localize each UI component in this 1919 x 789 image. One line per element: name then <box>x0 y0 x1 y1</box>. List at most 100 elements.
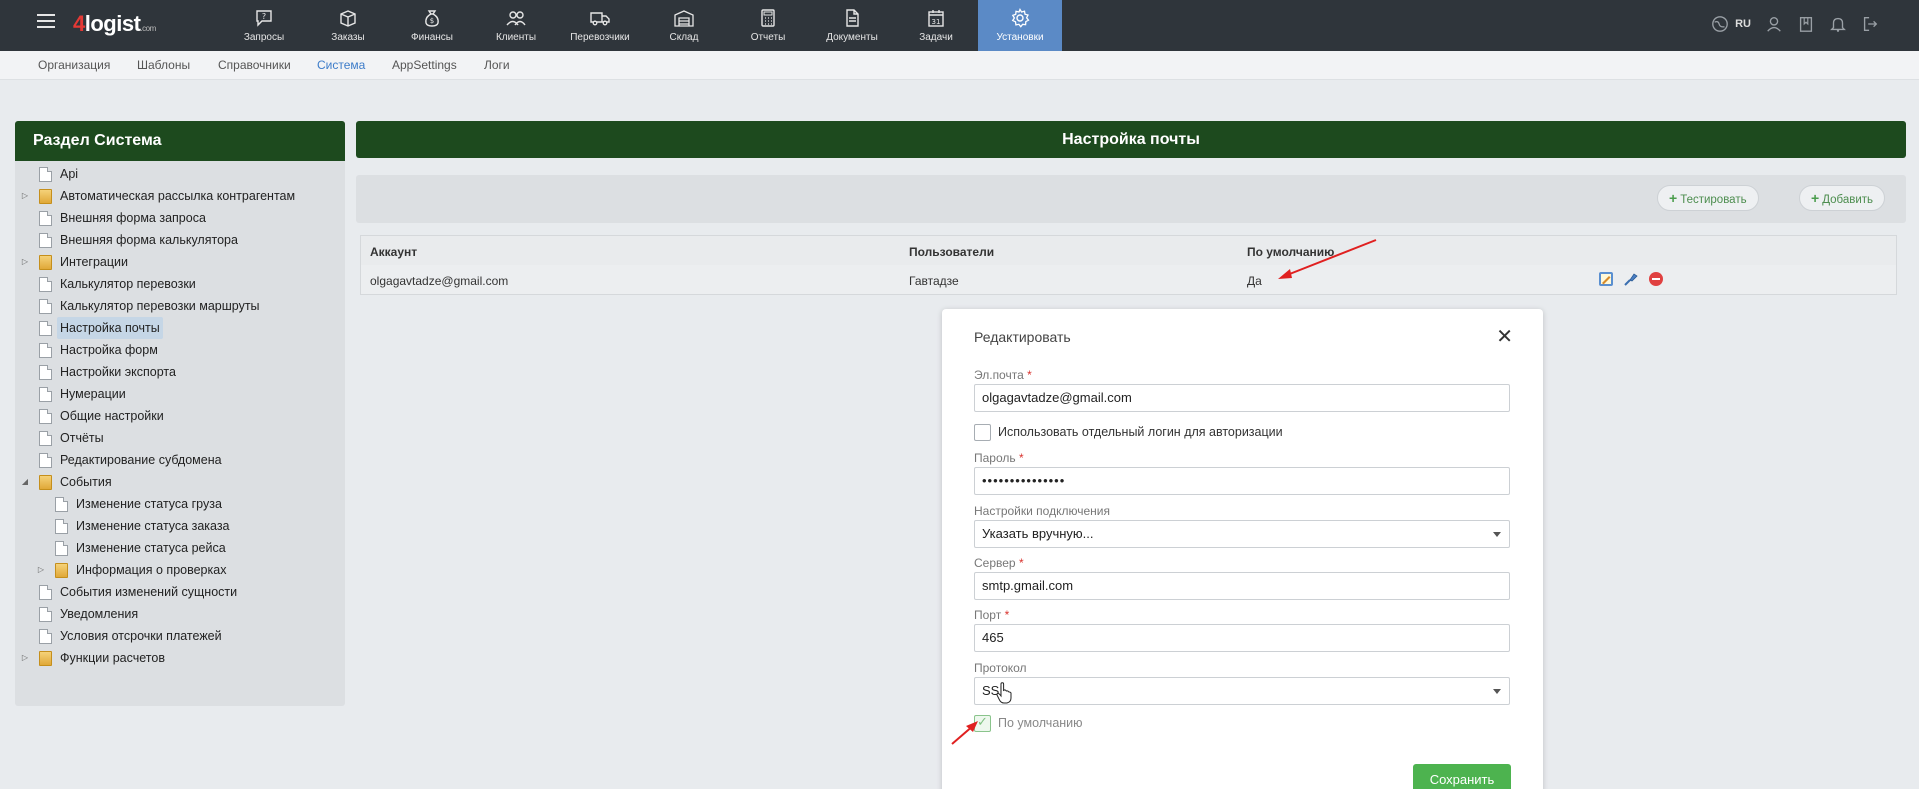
nav-calculator[interactable]: Отчеты <box>726 0 810 51</box>
tree-item[interactable]: Api <box>15 163 345 185</box>
submenu-system[interactable]: Система <box>317 58 365 72</box>
protocol-label: Протокол <box>974 661 1027 675</box>
nav-truck[interactable]: Перевозчики <box>558 0 642 51</box>
col-account[interactable]: Аккаунт <box>370 245 417 259</box>
nav-users[interactable]: Клиенты <box>474 0 558 51</box>
expand-icon[interactable]: ▷ <box>20 185 30 207</box>
col-default[interactable]: По умолчанию <box>1247 245 1334 259</box>
expand-icon[interactable]: ▷ <box>20 251 30 273</box>
file-icon <box>55 519 68 534</box>
tree-item[interactable]: Настройка форм <box>15 339 345 361</box>
file-icon <box>39 431 52 446</box>
tree-item[interactable]: Отчёты <box>15 427 345 449</box>
tree-item[interactable]: Условия отсрочки платежей <box>15 625 345 647</box>
email-field[interactable]: olgagavtadze@gmail.com <box>974 384 1510 412</box>
protocol-select[interactable]: SSL <box>974 677 1510 705</box>
separate-login-checkbox[interactable] <box>974 424 991 441</box>
svg-text:?: ? <box>262 12 266 21</box>
file-icon <box>39 321 52 336</box>
test-send-icon[interactable] <box>1623 271 1639 287</box>
tree-item-label: Условия отсрочки платежей <box>60 629 222 643</box>
tree-item[interactable]: Внешняя форма калькулятора <box>15 229 345 251</box>
save-button[interactable]: Сохранить <box>1413 764 1511 789</box>
test-button[interactable]: + Тестировать <box>1657 185 1759 211</box>
tree-item[interactable]: Калькулятор перевозки <box>15 273 345 295</box>
nav-money-bag[interactable]: $ Финансы <box>390 0 474 51</box>
tree-item[interactable]: События изменений сущности <box>15 581 345 603</box>
tree-item[interactable]: ▷ Автоматическая рассылка контрагентам <box>15 185 345 207</box>
nav-warehouse[interactable]: Склад <box>642 0 726 51</box>
nav-chat-question[interactable]: ? Запросы <box>222 0 306 51</box>
submenu-dictionaries[interactable]: Справочники <box>218 58 291 72</box>
folder-icon <box>39 651 52 666</box>
port-field[interactable]: 465 <box>974 624 1510 652</box>
connection-select[interactable]: Указать вручную... <box>974 520 1510 548</box>
delete-icon[interactable] <box>1648 271 1664 287</box>
file-icon <box>39 211 52 226</box>
password-field[interactable]: ••••••••••••••• <box>974 467 1510 495</box>
tree-item-label: Отчёты <box>60 431 104 445</box>
truck-icon <box>590 12 610 26</box>
bell-icon[interactable] <box>1829 15 1847 33</box>
connection-label: Настройки подключения <box>974 504 1110 518</box>
tree-item[interactable]: Внешняя форма запроса <box>15 207 345 229</box>
default-checkbox[interactable] <box>974 714 991 732</box>
tree-item[interactable]: Изменение статуса груза <box>15 493 345 515</box>
tree-item[interactable]: Уведомления <box>15 603 345 625</box>
file-icon <box>39 453 52 468</box>
folder-icon <box>39 475 52 490</box>
submenu-logs[interactable]: Логи <box>484 58 510 72</box>
menu-icon[interactable] <box>37 14 55 28</box>
box-icon <box>340 10 356 27</box>
tree-item[interactable]: Настройки экспорта <box>15 361 345 383</box>
add-button[interactable]: + Добавить <box>1799 185 1886 211</box>
nav-label: Финансы <box>411 32 453 43</box>
nav-box[interactable]: Заказы <box>306 0 390 51</box>
tree-item[interactable]: Калькулятор перевозки маршруты <box>15 295 345 317</box>
nav-calendar[interactable]: 31 Задачи <box>894 0 978 51</box>
edit-icon[interactable] <box>1598 271 1614 287</box>
expand-icon[interactable]: ▷ <box>20 647 30 669</box>
tree-item[interactable]: Редактирование субдомена <box>15 449 345 471</box>
submenu-appsettings[interactable]: AppSettings <box>392 58 457 72</box>
logo[interactable]: 4logist.com <box>73 11 156 37</box>
edit-mail-modal: Редактировать ✕ Эл.почта * olgagavtadze@… <box>942 309 1543 789</box>
tree-item-label: Внешняя форма запроса <box>60 211 206 225</box>
folder-icon <box>55 563 68 578</box>
tree-item[interactable]: Изменение статуса заказа <box>15 515 345 537</box>
submenu-templates[interactable]: Шаблоны <box>137 58 190 72</box>
tree-item-label: Редактирование субдомена <box>60 453 222 467</box>
globe-icon[interactable] <box>1711 15 1729 33</box>
collapse-icon[interactable]: ◢ <box>20 471 30 493</box>
language-switch[interactable]: RU <box>1735 18 1751 30</box>
expand-icon[interactable]: ▷ <box>36 559 46 581</box>
tree-item[interactable]: ▷ Функции расчетов <box>15 647 345 669</box>
user-icon[interactable] <box>1765 15 1783 33</box>
server-field[interactable]: smtp.gmail.com <box>974 572 1510 600</box>
book-icon[interactable] <box>1797 15 1815 33</box>
tree-item[interactable]: ◢ События <box>15 471 345 493</box>
file-icon <box>39 629 52 644</box>
tree-item[interactable]: Изменение статуса рейса <box>15 537 345 559</box>
tree-item[interactable]: Нумерации <box>15 383 345 405</box>
tree-item[interactable]: Общие настройки <box>15 405 345 427</box>
tree-item-label: Изменение статуса заказа <box>76 519 230 533</box>
tree-item-label: Калькулятор перевозки <box>60 277 196 291</box>
tree-item[interactable]: Настройка почты <box>15 317 345 339</box>
table-row[interactable]: olgagavtadze@gmail.com Гавтадзе Да <box>361 265 1896 294</box>
submenu-organization[interactable]: Организация <box>38 58 110 72</box>
chevron-down-icon <box>1493 689 1501 694</box>
document-icon <box>846 9 859 27</box>
nav-gear[interactable]: Установки <box>978 0 1062 51</box>
file-icon <box>55 497 68 512</box>
file-icon <box>39 365 52 380</box>
close-icon[interactable]: ✕ <box>1496 327 1513 347</box>
main-nav: ? Запросы Заказы $ Финансы Клиенты Перевозчики… <box>222 0 1062 51</box>
nav-label: Клиенты <box>495 32 537 43</box>
users-icon <box>506 11 526 26</box>
tree-item[interactable]: ▷ Информация о проверках <box>15 559 345 581</box>
col-users[interactable]: Пользователи <box>909 245 994 259</box>
nav-document[interactable]: Документы <box>810 0 894 51</box>
logout-icon[interactable] <box>1861 15 1879 33</box>
tree-item[interactable]: ▷ Интеграции <box>15 251 345 273</box>
